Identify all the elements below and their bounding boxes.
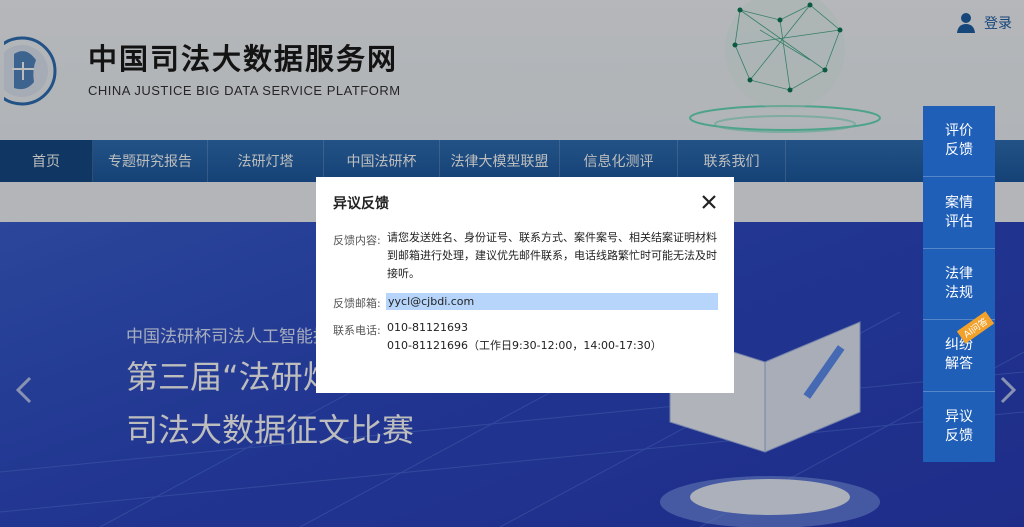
content-line: 请您发送姓名、身份证号、联系方式、案件案号、相关结案证明材料 xyxy=(387,231,717,244)
close-icon[interactable] xyxy=(700,193,718,211)
content-line: 接听。 xyxy=(387,267,420,280)
feedback-email-value[interactable]: yycl@cjbdi.com xyxy=(386,293,718,310)
sidebar-item-dispute-answers[interactable]: AI问答 纠纷解答 xyxy=(923,311,995,392)
sidebar-item-objection-feedback[interactable]: 异议反馈 xyxy=(923,392,995,462)
sidebar-item-rating-feedback[interactable]: 评价反馈 xyxy=(923,106,995,178)
email-label: 反馈邮箱: xyxy=(333,297,381,310)
sidebar-item-laws[interactable]: 法律法规 xyxy=(923,249,995,321)
phone-label: 联系电话: xyxy=(333,324,381,337)
sidebar-item-case-assessment[interactable]: 案情评估 xyxy=(923,177,995,249)
phone-line: 010-81121693 xyxy=(387,321,468,334)
floating-sidebar: 评价反馈 案情评估 法律法规 AI问答 纠纷解答 异议反馈 xyxy=(923,106,995,462)
sidebar-item-label: 纠纷解答 xyxy=(945,337,973,373)
content-line: 到邮箱进行处理，建议优先邮件联系，电话线路繁忙时可能无法及时 xyxy=(387,249,717,262)
sidebar-item-label: 评价反馈 xyxy=(945,123,973,159)
content-label: 反馈内容: xyxy=(333,234,381,247)
sidebar-item-label: 法律法规 xyxy=(945,266,973,302)
sidebar-item-label: 异议反馈 xyxy=(945,408,973,444)
dialog-title: 异议反馈 xyxy=(333,196,389,212)
sidebar-item-label: 案情评估 xyxy=(945,194,973,230)
phone-line: 010-81121696（工作日9:30-12:00，14:00-17:30） xyxy=(387,339,662,352)
objection-feedback-dialog: 异议反馈 反馈内容: 请您发送姓名、身份证号、联系方式、案件案号、相关结案证明材… xyxy=(316,177,734,393)
